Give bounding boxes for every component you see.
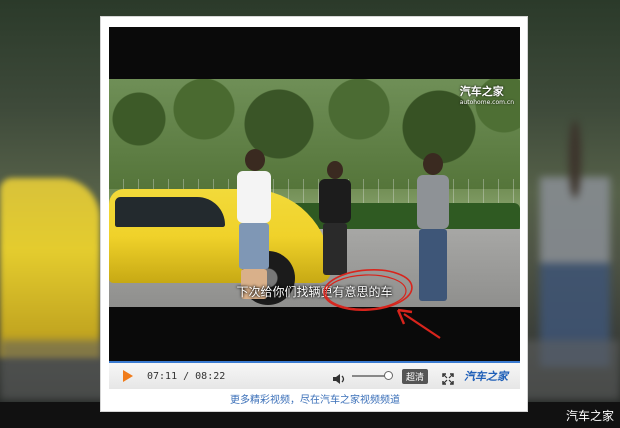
quality-button[interactable]: 超清 <box>401 368 428 384</box>
person-black-shirt <box>315 161 355 281</box>
video-card: 下次给你们找辆更有意思的车 汽车之家 autohome.com.cn 07:11… <box>100 16 528 412</box>
player-brand-logo[interactable]: 汽车之家 <box>464 368 508 384</box>
watermark: 汽车之家 <box>565 409 614 423</box>
video-subtitle: 下次给你们找辆更有意思的车 <box>236 285 393 299</box>
volume-slider-knob[interactable] <box>383 371 393 380</box>
play-icon[interactable] <box>123 370 133 382</box>
car-window <box>115 197 225 227</box>
video-frame: 下次给你们找辆更有意思的车 <box>109 79 520 307</box>
time-display: 07:11 / 08:22 <box>147 370 226 382</box>
fullscreen-icon[interactable] <box>442 370 454 385</box>
more-videos-link[interactable]: 更多精彩视频，尽在汽车之家视频频道 <box>101 391 529 406</box>
video-logo-domain: autohome.com.cn <box>459 99 514 106</box>
background-blurred-car <box>0 178 100 358</box>
video-logo-text: 汽车之家 <box>459 85 504 98</box>
video-logo-overlay: 汽车之家 autohome.com.cn <box>460 83 514 106</box>
volume-slider[interactable] <box>351 371 393 380</box>
volume-icon[interactable] <box>332 370 346 384</box>
video-player[interactable]: 下次给你们找辆更有意思的车 汽车之家 autohome.com.cn <box>109 27 520 375</box>
player-controls: 07:11 / 08:22 超清 汽车之家 <box>109 361 520 389</box>
